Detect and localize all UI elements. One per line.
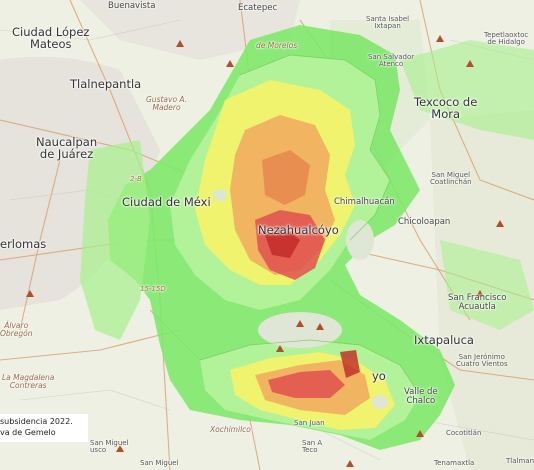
label-texcoco-de-mora: Texcoco de Mora bbox=[414, 95, 478, 122]
label-san-salvador-atenco: San Salvador Atenco bbox=[368, 53, 415, 69]
subsidence-map[interactable]: Buenavista Ecatepec Ciudad López Mateos … bbox=[0, 0, 534, 470]
label-alvaro-obregon: Álvaro Obregón bbox=[0, 321, 33, 338]
label-huixquilucan-edge: erlomas bbox=[0, 237, 47, 251]
label-la-magdalena-contreras: La Magdalena Contreras bbox=[2, 373, 55, 390]
hill-south-patch bbox=[372, 395, 388, 409]
label-tlalnepantla: Tlalnepantla bbox=[70, 77, 142, 91]
label-ayotla-fragment: yo bbox=[372, 369, 386, 383]
label-san-miguel-sw: San Miguel usco bbox=[90, 439, 129, 455]
label-tepetlaoxtoc: Tepetlaoxtoc de Hidalgo bbox=[484, 31, 529, 47]
label-san-juan: San Juan bbox=[294, 419, 325, 427]
label-tecomitl-fragment: San A Teco bbox=[302, 439, 323, 455]
label-ecatepec: Ecatepec bbox=[238, 3, 278, 13]
label-naucalpan: Naucalpan de Juárez bbox=[36, 135, 98, 162]
legend-line-1: subsidencia 2022. bbox=[0, 417, 73, 426]
label-nezahualcoyotl: Nezahualcóyo bbox=[258, 223, 339, 237]
label-ixtapaluca: Ixtapaluca bbox=[414, 333, 474, 347]
label-road-15-15d: 15-15D bbox=[140, 285, 166, 293]
label-san-miguel-coatlinchan: San Miguel Coatlinchán bbox=[430, 171, 472, 187]
label-san-francisco-acuautla: San Francisco Acuautla bbox=[448, 293, 507, 312]
hill-penon bbox=[213, 189, 227, 201]
label-ciudad-lopez-mateos: Ciudad López Mateos bbox=[12, 25, 90, 52]
label-de-morelos: de Morelos bbox=[256, 41, 298, 50]
label-san-jeronimo: San Jerónimo Cuatro Vientos bbox=[456, 353, 508, 369]
hill-cerro-chimalhuacan bbox=[258, 312, 342, 348]
label-tenamaxtla: Tenamaxtla bbox=[434, 459, 475, 467]
legend-line-2: va de Gemelo bbox=[0, 427, 56, 437]
label-chicoloapan: Chicoloapan bbox=[398, 217, 451, 227]
map-legend: subsidencia 2022. va de Gemelo bbox=[0, 414, 88, 442]
label-cocotitlan: Cocotitlán bbox=[446, 429, 482, 437]
label-valle-de-chalco: Valle de Chalco bbox=[404, 387, 438, 406]
label-buenavista: Buenavista bbox=[108, 1, 156, 11]
label-xochimilco: Xochimilco bbox=[210, 425, 251, 434]
label-road-2b: 2-B bbox=[130, 175, 142, 183]
label-ciudad-de-mexico: Ciudad de Méxi bbox=[122, 195, 211, 209]
label-santa-isabel-ixtapan: Santa Isabel Ixtapan bbox=[366, 15, 410, 31]
label-chimalhuacan: Chimalhuacán bbox=[334, 197, 395, 207]
label-gustavo-madero: Gustavo A. Madero bbox=[146, 95, 188, 112]
label-san-miguel-bottom: San Miguel bbox=[140, 459, 179, 467]
label-tlalmanalco: Tlalman bbox=[506, 457, 534, 465]
